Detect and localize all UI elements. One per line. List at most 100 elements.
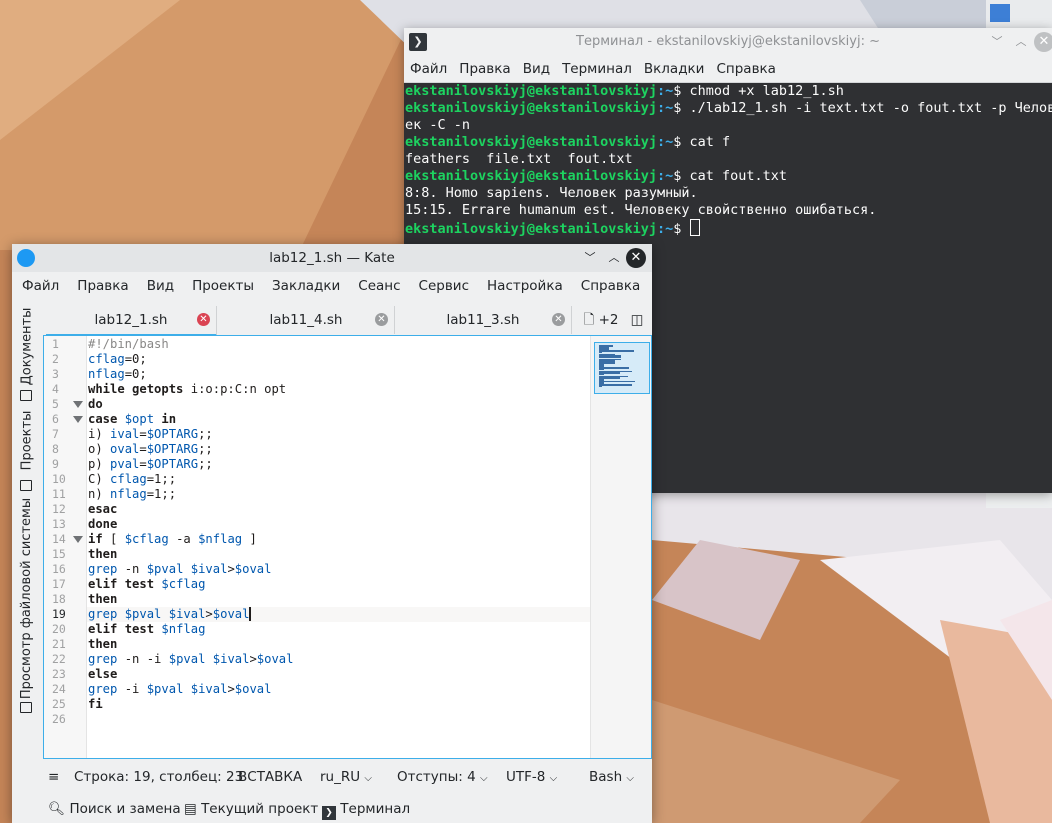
- minimap-viewport[interactable]: [594, 342, 650, 394]
- menu-view[interactable]: Вид: [137, 272, 182, 300]
- side-tab-projects[interactable]: Проекты: [16, 410, 38, 470]
- code-line[interactable]: fi: [87, 697, 592, 712]
- code-line[interactable]: grep -n $pval $ival>$oval: [87, 562, 592, 577]
- code-line[interactable]: nflag=0;: [87, 367, 592, 382]
- menu-view[interactable]: Вид: [517, 56, 556, 82]
- cursor-position[interactable]: Строка: 19, столбец: 23: [74, 764, 243, 790]
- fold-arrow-icon[interactable]: [73, 536, 83, 543]
- code-line[interactable]: do: [87, 397, 592, 412]
- code-line[interactable]: grep $pval $ival>$oval: [87, 607, 592, 622]
- line-number: 7: [52, 427, 59, 441]
- terminal-titlebar[interactable]: ❯ Терминал - ekstanilovskiyj@ekstanilovs…: [404, 28, 1052, 56]
- menu-tools[interactable]: Сервис: [409, 272, 477, 300]
- chevron-down-icon: ⌵: [549, 773, 558, 784]
- code-line[interactable]: i) ival=$OPTARG;;: [87, 427, 592, 442]
- line-number: 8: [52, 442, 59, 456]
- code-line[interactable]: else: [87, 667, 592, 682]
- language-selector[interactable]: ru_RU ⌵: [320, 764, 372, 792]
- code-line[interactable]: elif test $nflag: [87, 622, 592, 637]
- syntax-selector[interactable]: Bash ⌵: [589, 764, 634, 792]
- tab-close-icon[interactable]: ✕: [552, 313, 565, 326]
- code-line[interactable]: elif test $cflag: [87, 577, 592, 592]
- minimize-icon[interactable]: ﹀: [582, 250, 598, 266]
- code-line[interactable]: n) nflag=1;;: [87, 487, 592, 502]
- terminal-output-line: ек -C -n: [405, 117, 471, 133]
- tab-lab11-3[interactable]: lab11_3.sh ✕: [395, 306, 572, 334]
- code-editor[interactable]: 1 2 3 4 5 6 7 8 9 10 11 12 13 14 15 16 17 18 19 20 21 22 23 24 2…: [43, 335, 652, 759]
- projects-icon[interactable]: [20, 480, 32, 491]
- side-tab-documents[interactable]: Документы: [16, 307, 38, 385]
- code-line[interactable]: grep -n -i $pval $ival>$oval: [87, 652, 592, 667]
- tab-lab11-4[interactable]: lab11_4.sh ✕: [218, 306, 395, 334]
- code-line[interactable]: C) cflag=1;;: [87, 472, 592, 487]
- menu-projects[interactable]: Проекты: [182, 272, 262, 300]
- input-mode[interactable]: ВСТАВКА: [238, 764, 302, 790]
- code-line[interactable]: done: [87, 517, 592, 532]
- line-number: 18: [52, 592, 66, 606]
- current-project-button[interactable]: ▤ Текущий проект: [184, 796, 318, 822]
- line-number: 22: [52, 652, 66, 666]
- code-line[interactable]: if [ $cflag -a $nflag ]: [87, 532, 592, 547]
- terminal-title: Терминал - ekstanilovskiyj@ekstanilovski…: [576, 34, 880, 49]
- kate-titlebar[interactable]: lab12_1.sh — Kate ﹀ ︿ ✕: [12, 244, 652, 272]
- indent-selector[interactable]: Отступы: 4 ⌵: [397, 764, 488, 792]
- line-number: 2: [52, 352, 59, 366]
- menu-bookmarks[interactable]: Закладки: [262, 272, 348, 300]
- close-icon[interactable]: ✕: [1034, 32, 1052, 52]
- close-icon[interactable]: ✕: [626, 248, 646, 268]
- menu-terminal[interactable]: Терминал: [556, 56, 638, 82]
- line-number: 12: [52, 502, 66, 516]
- fold-arrow-icon[interactable]: [73, 401, 83, 408]
- code-line[interactable]: then: [87, 592, 592, 607]
- menu-settings[interactable]: Настройка: [477, 272, 571, 300]
- menu-session[interactable]: Сеанс: [348, 272, 408, 300]
- menu-edit[interactable]: Правка: [453, 56, 516, 82]
- menu-file[interactable]: Файл: [404, 56, 453, 82]
- documents-icon[interactable]: [20, 390, 32, 401]
- code-line[interactable]: case $opt in: [87, 412, 592, 427]
- code-line[interactable]: p) pval=$OPTARG;;: [87, 457, 592, 472]
- line-number: 25: [52, 697, 66, 711]
- terminal-prompt-line: ekstanilovskiyj@ekstanilovskiyj:~$: [405, 219, 1051, 238]
- minimap[interactable]: [590, 336, 651, 758]
- filesystem-icon[interactable]: [20, 702, 32, 713]
- encoding-selector[interactable]: UTF-8 ⌵: [506, 764, 557, 792]
- search-replace-button[interactable]: 🔍︎ Поиск и замена: [48, 796, 181, 822]
- document-icon: 🗋: [583, 312, 595, 328]
- tab-close-icon[interactable]: ✕: [197, 313, 210, 326]
- terminal-menubar: Файл Правка Вид Терминал Вкладки Справка: [404, 56, 1052, 83]
- tab-lab12-1[interactable]: lab12_1.sh ✕: [46, 306, 217, 337]
- code-line[interactable]: esac: [87, 502, 592, 517]
- code-line[interactable]: #!/bin/bash: [87, 337, 592, 352]
- code-line[interactable]: grep -i $pval $ival>$oval: [87, 682, 592, 697]
- menu-edit[interactable]: Правка: [67, 272, 136, 300]
- code-line[interactable]: then: [87, 547, 592, 562]
- code-line[interactable]: cflag=0;: [87, 352, 592, 367]
- menu-file[interactable]: Файл: [12, 272, 67, 300]
- hamburger-icon[interactable]: ≡: [48, 764, 59, 790]
- menu-help[interactable]: Справка: [571, 272, 648, 300]
- kate-app-icon[interactable]: [17, 249, 35, 267]
- terminal-panel-button[interactable]: ❯ Терминал: [322, 796, 410, 822]
- menu-help[interactable]: Справка: [710, 56, 781, 82]
- code-line[interactable]: o) oval=$OPTARG;;: [87, 442, 592, 457]
- code-line[interactable]: then: [87, 637, 592, 652]
- line-number: 19: [52, 607, 66, 621]
- maximize-icon[interactable]: ︿: [606, 250, 622, 266]
- code-line[interactable]: while getopts i:o:p:C:n opt: [87, 382, 592, 397]
- line-number: 15: [52, 547, 66, 561]
- terminal-app-icon[interactable]: ❯: [409, 33, 427, 51]
- kate-menubar: Файл Правка Вид Проекты Закладки Сеанс Сервис Н…: [12, 272, 652, 300]
- split-view-icon[interactable]: ◫: [627, 306, 647, 334]
- minimap-line: [599, 380, 636, 383]
- tab-close-icon[interactable]: ✕: [375, 313, 388, 326]
- more-tabs-button[interactable]: 🗋 +2: [576, 306, 626, 334]
- menu-tabs[interactable]: Вкладки: [638, 56, 711, 82]
- terminal-prompt-line: ekstanilovskiyj@ekstanilovskiyj:~$ chmod…: [405, 83, 844, 99]
- fold-arrow-icon[interactable]: [73, 416, 83, 423]
- text-cursor: [249, 607, 251, 621]
- minimize-icon[interactable]: ﹀: [989, 34, 1005, 50]
- maximize-icon[interactable]: ︿: [1013, 34, 1029, 50]
- side-tab-filesystem[interactable]: Просмотр файловой системы: [16, 497, 38, 698]
- code-line[interactable]: [87, 712, 592, 727]
